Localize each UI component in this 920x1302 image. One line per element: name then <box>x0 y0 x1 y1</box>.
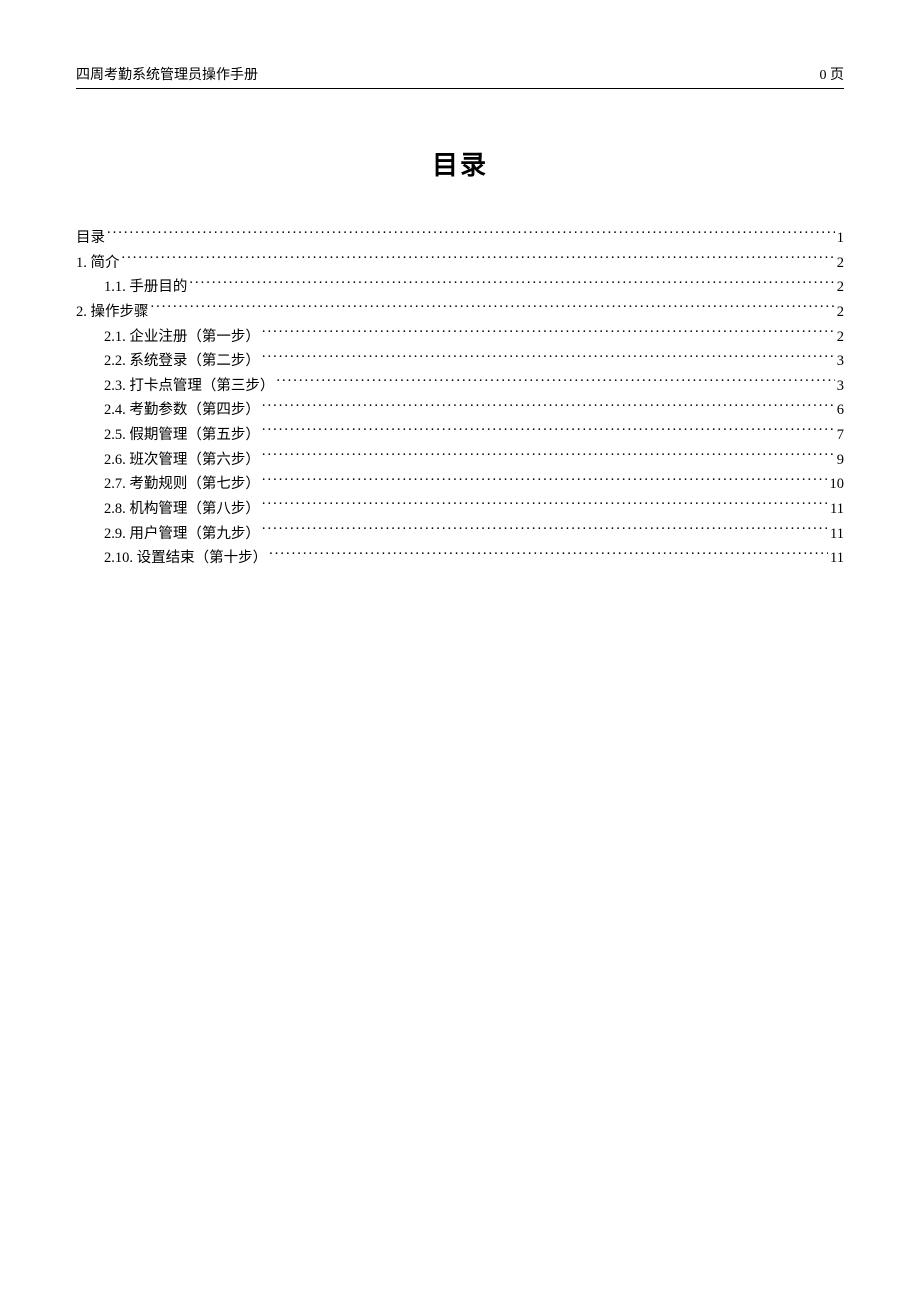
toc-entry-label: 2.7. 考勤规则（第七步） <box>104 472 260 497</box>
toc-leader-dots <box>262 449 835 464</box>
toc-entry-page: 11 <box>830 497 844 522</box>
toc-entry-page: 3 <box>837 349 844 374</box>
toc-entry-label: 2.1. 企业注册（第一步） <box>104 325 260 350</box>
toc-entry[interactable]: 2.1. 企业注册（第一步） 2 <box>76 325 844 350</box>
toc-leader-dots <box>262 400 835 415</box>
toc-leader-dots <box>262 326 835 341</box>
toc-leader-dots <box>151 301 835 316</box>
toc-entry[interactable]: 1.1. 手册目的 2 <box>76 275 844 300</box>
toc-entry[interactable]: 目录 1 <box>76 226 844 251</box>
toc-entry-label: 2.9. 用户管理（第九步） <box>104 522 260 547</box>
toc-entry-page: 2 <box>837 251 844 276</box>
toc-leader-dots <box>122 252 835 267</box>
toc-entry-label: 1.1. 手册目的 <box>104 275 187 300</box>
toc-entry-label: 2.4. 考勤参数（第四步） <box>104 398 260 423</box>
toc-list: 目录11. 简介21.1. 手册目的22. 操作步骤22.1. 企业注册（第一步… <box>76 226 844 571</box>
toc-leader-dots <box>262 425 835 440</box>
toc-entry-label: 2.2. 系统登录（第二步） <box>104 349 260 374</box>
toc-leader-dots <box>262 523 828 538</box>
toc-entry-label: 2.6. 班次管理（第六步） <box>104 448 260 473</box>
toc-entry[interactable]: 2.6. 班次管理（第六步） 9 <box>76 448 844 473</box>
toc-entry[interactable]: 2.2. 系统登录（第二步） 3 <box>76 349 844 374</box>
toc-leader-dots <box>189 277 834 292</box>
toc-entry-label: 2.8. 机构管理（第八步） <box>104 497 260 522</box>
toc-entry[interactable]: 2.8. 机构管理（第八步） 11 <box>76 497 844 522</box>
toc-entry-page: 9 <box>837 448 844 473</box>
toc-entry-page: 11 <box>830 522 844 547</box>
toc-entry-label: 1. 简介 <box>76 251 120 276</box>
toc-entry-page: 10 <box>830 472 845 497</box>
header-left-text: 四周考勤系统管理员操作手册 <box>76 64 258 84</box>
toc-entry[interactable]: 2.10. 设置结束（第十步） 11 <box>76 546 844 571</box>
toc-entry-page: 2 <box>837 275 844 300</box>
running-header: 四周考勤系统管理员操作手册 0 页 <box>76 64 844 89</box>
toc-leader-dots <box>262 351 835 366</box>
toc-leader-dots <box>269 548 828 563</box>
toc-title: 目录 <box>76 145 844 182</box>
toc-entry-label: 2. 操作步骤 <box>76 300 149 325</box>
toc-entry[interactable]: 2.3. 打卡点管理（第三步） 3 <box>76 374 844 399</box>
toc-entry-page: 11 <box>830 546 844 571</box>
toc-entry-page: 2 <box>837 325 844 350</box>
header-right-pagenum: 0 页 <box>820 64 845 84</box>
document-page: 四周考勤系统管理员操作手册 0 页 目录 目录11. 简介21.1. 手册目的2… <box>0 0 920 1302</box>
toc-entry-label: 2.5. 假期管理（第五步） <box>104 423 260 448</box>
toc-entry-page: 1 <box>837 226 844 251</box>
toc-entry-label: 目录 <box>76 226 105 251</box>
toc-entry-page: 3 <box>837 374 844 399</box>
toc-leader-dots <box>107 228 835 243</box>
toc-entry[interactable]: 2. 操作步骤 2 <box>76 300 844 325</box>
toc-entry-label: 2.10. 设置结束（第十步） <box>104 546 267 571</box>
toc-leader-dots <box>262 474 828 489</box>
toc-entry-page: 2 <box>837 300 844 325</box>
toc-leader-dots <box>262 499 828 514</box>
toc-entry[interactable]: 2.9. 用户管理（第九步） 11 <box>76 522 844 547</box>
toc-leader-dots <box>276 375 834 390</box>
toc-entry[interactable]: 2.5. 假期管理（第五步） 7 <box>76 423 844 448</box>
toc-entry-label: 2.3. 打卡点管理（第三步） <box>104 374 274 399</box>
toc-entry[interactable]: 1. 简介 2 <box>76 251 844 276</box>
toc-entry[interactable]: 2.4. 考勤参数（第四步） 6 <box>76 398 844 423</box>
toc-entry-page: 6 <box>837 398 844 423</box>
toc-entry[interactable]: 2.7. 考勤规则（第七步） 10 <box>76 472 844 497</box>
toc-entry-page: 7 <box>837 423 844 448</box>
